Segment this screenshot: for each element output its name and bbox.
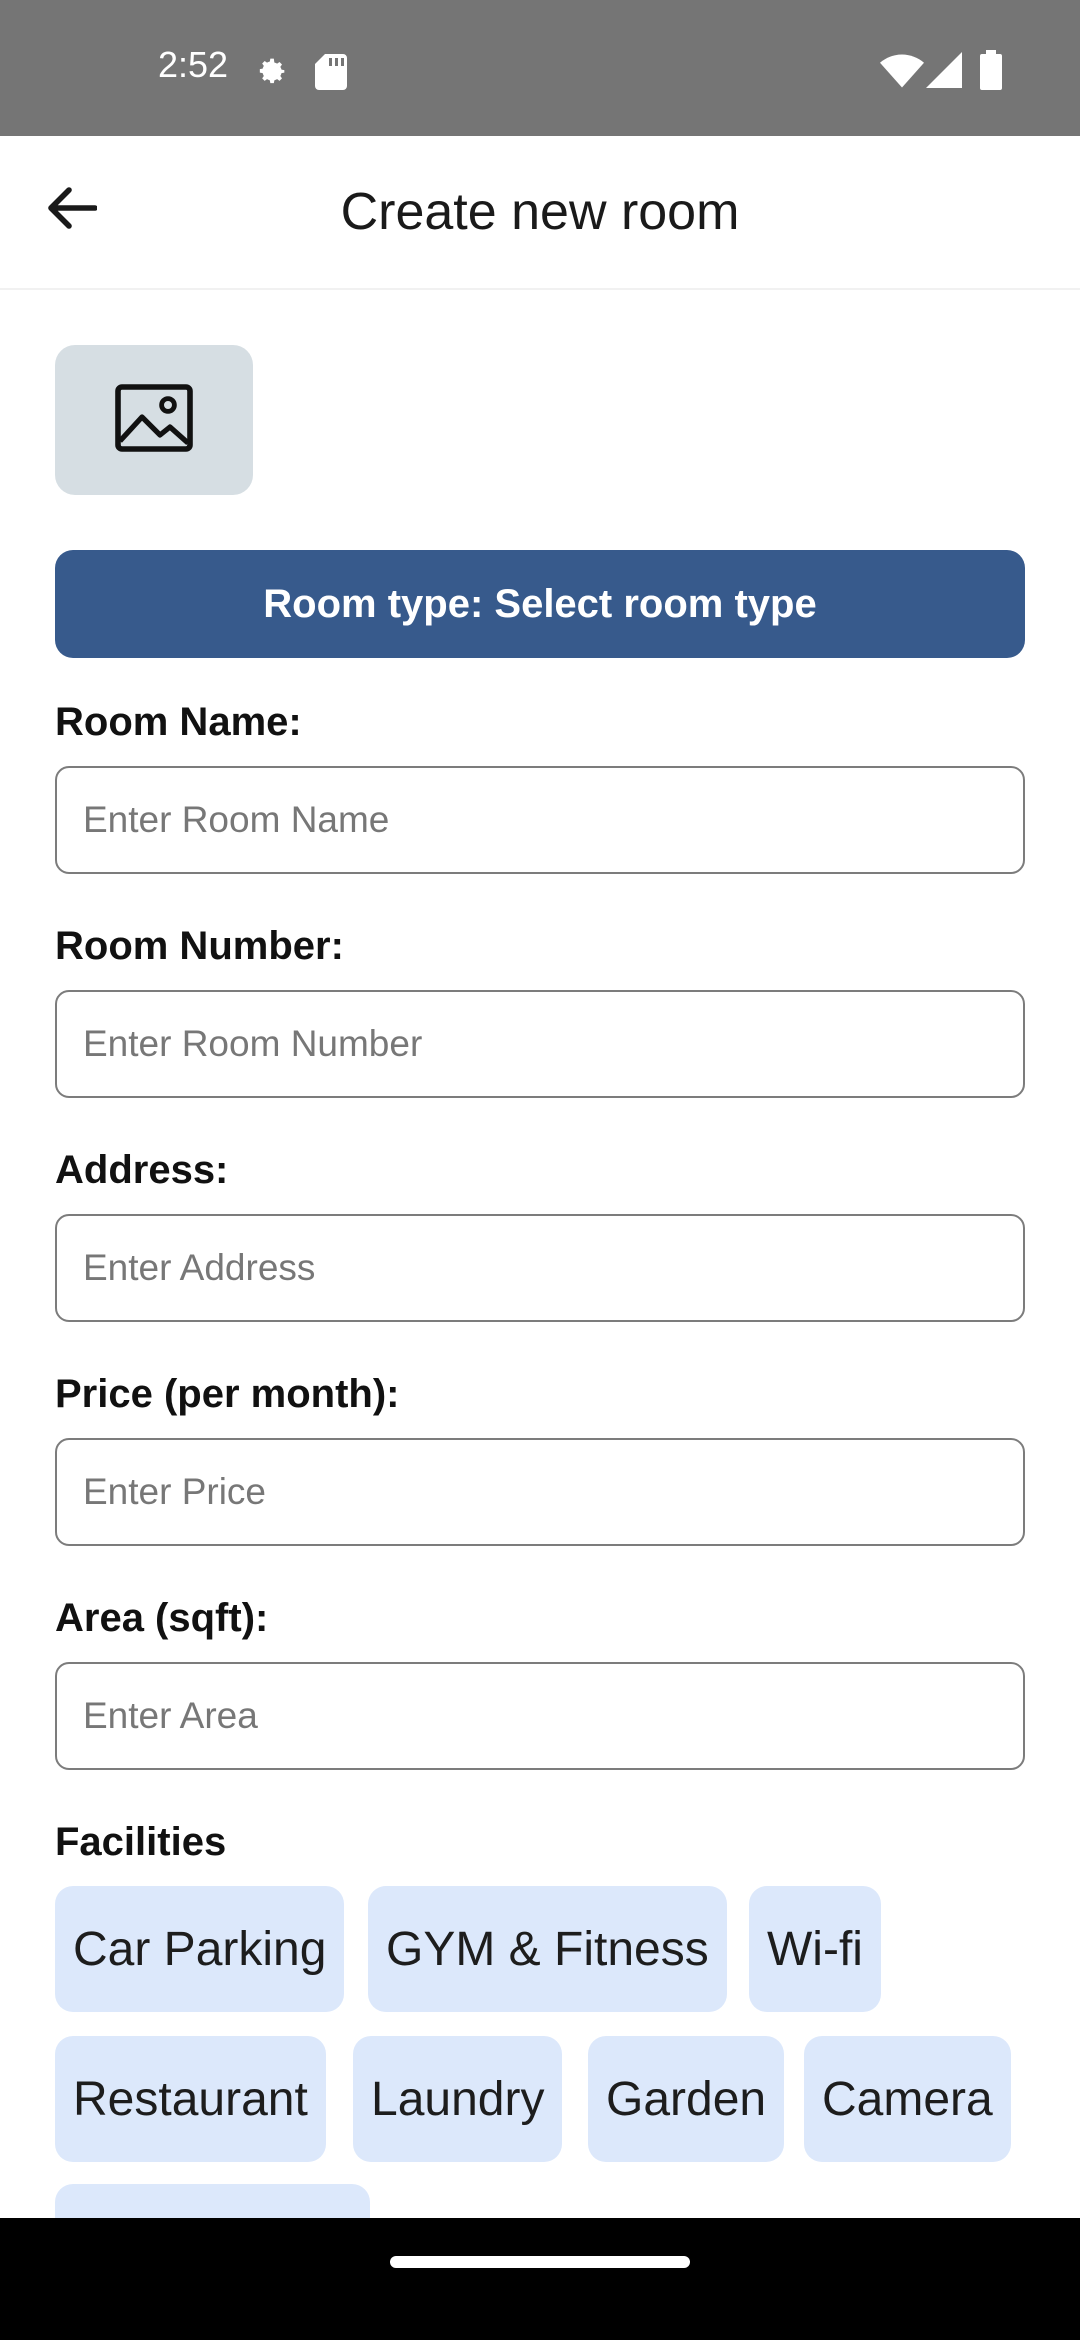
price-label: Price (per month): [55,1372,400,1416]
room-number-input[interactable] [55,990,1025,1098]
wifi-icon [880,54,924,93]
facility-chip-restaurant[interactable]: Restaurant [55,2036,326,2162]
room-type-select-button[interactable]: Room type: Select room type [55,550,1025,658]
status-time: 2:52 [158,44,229,85]
image-icon [114,383,194,458]
facilities-heading: Facilities [55,1820,227,1864]
facility-chip-wifi[interactable]: Wi-fi [749,1886,881,2012]
facility-chip-camera[interactable]: Camera [804,2036,1011,2162]
home-gesture-handle[interactable] [390,2256,690,2268]
facility-chip-garden[interactable]: Garden [588,2036,785,2162]
battery-icon [980,50,1002,95]
room-name-input[interactable] [55,766,1025,874]
facility-chip-car-parking[interactable]: Car Parking [55,1886,345,2012]
page-title: Create new room [340,183,740,241]
room-number-label: Room Number: [55,924,344,968]
address-label: Address: [55,1148,229,1192]
system-navigation-bar [0,2218,1080,2340]
app-bar: Create new room [0,136,1080,290]
status-bar: 2:52 [0,0,1080,136]
room-name-label: Room Name: [55,700,302,744]
facility-chip-partial[interactable] [55,2184,370,2218]
area-label: Area (sqft): [55,1596,269,1640]
settings-icon [250,52,290,97]
address-input[interactable] [55,1214,1025,1322]
facility-chip-laundry[interactable]: Laundry [353,2036,563,2162]
facility-chip-gym-fitness[interactable]: GYM & Fitness [368,1886,727,2012]
image-picker-button[interactable] [55,345,253,495]
sd-card-icon [315,54,347,95]
signal-icon [926,52,962,93]
price-input[interactable] [55,1438,1025,1546]
area-input[interactable] [55,1662,1025,1770]
